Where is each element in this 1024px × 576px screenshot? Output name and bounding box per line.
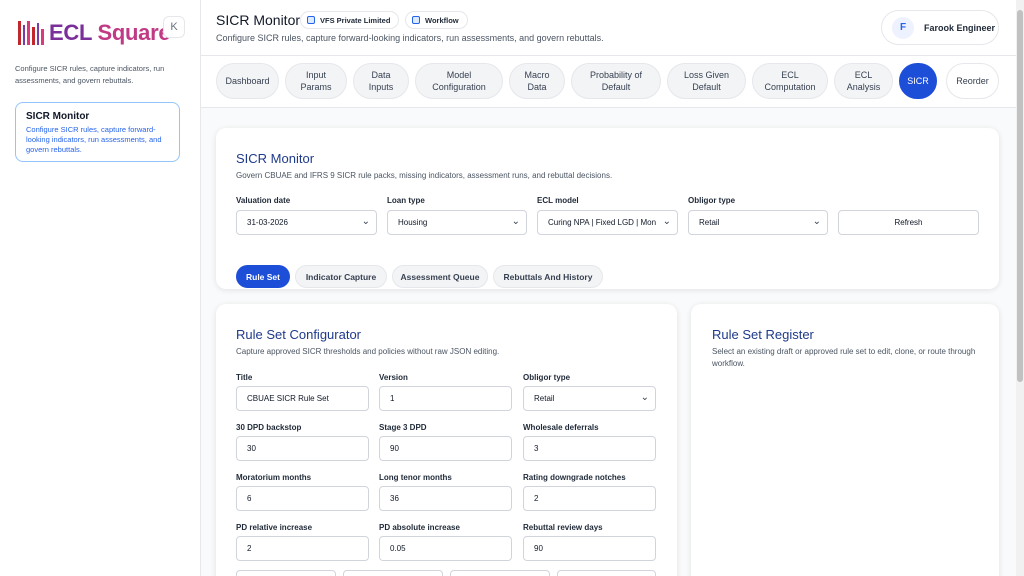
configurator-subtitle: Capture approved SICR thresholds and pol… xyxy=(236,347,500,356)
pd-relative-input[interactable]: 2 xyxy=(236,536,369,561)
subtab-assessment-queue[interactable]: Assessment Queue xyxy=(392,265,488,288)
rebuttal-days-input[interactable]: 90 xyxy=(523,536,656,561)
pd-relative-label: PD relative increase xyxy=(236,523,313,532)
subtab-rule-set[interactable]: Rule Set xyxy=(236,265,290,288)
dpd-backstop-label: 30 DPD backstop xyxy=(236,423,302,432)
page-scrollbar[interactable] xyxy=(1016,0,1024,576)
extra-field-3[interactable] xyxy=(450,570,550,576)
obligor-type-label: Obligor type xyxy=(688,196,736,205)
brand-square: Square xyxy=(97,20,171,45)
sidebar-description: Configure SICR rules, capture indicators… xyxy=(15,64,165,85)
valuation-date-select[interactable]: 31-03-2026 xyxy=(236,210,377,235)
sicr-monitor-card: SICR Monitor Govern CBUAE and IFRS 9 SIC… xyxy=(216,128,999,289)
configurator-title: Rule Set Configurator xyxy=(236,327,362,342)
monitor-card-subtitle: Govern CBUAE and IFRS 9 SICR rule packs,… xyxy=(236,171,613,180)
loan-type-label: Loan type xyxy=(387,196,425,205)
sidebar-item-description: Configure SICR rules, capture forward-lo… xyxy=(26,125,162,154)
tab-probability-of-default[interactable]: Probability of Default xyxy=(571,63,661,99)
brand-ecl: ECL xyxy=(49,20,92,45)
stage3-dpd-label: Stage 3 DPD xyxy=(379,423,427,432)
rebuttal-days-label: Rebuttal review days xyxy=(523,523,603,532)
page-subtitle: Configure SICR rules, capture forward-lo… xyxy=(216,33,604,43)
logo-mark-icon xyxy=(18,21,45,45)
long-tenor-months-label: Long tenor months xyxy=(379,473,452,482)
rating-downgrade-input[interactable]: 2 xyxy=(523,486,656,511)
version-input[interactable]: 1 xyxy=(379,386,512,411)
valuation-date-label: Valuation date xyxy=(236,196,291,205)
tab-macro-data[interactable]: Macro Data xyxy=(509,63,565,99)
config-obligor-type-label: Obligor type xyxy=(523,373,571,382)
config-obligor-type-select[interactable]: Retail xyxy=(523,386,656,411)
extra-field-1[interactable] xyxy=(236,570,336,576)
sidebar-item-sicr-monitor[interactable]: SICR Monitor Configure SICR rules, captu… xyxy=(15,102,180,162)
sidebar: ECL Square K Configure SICR rules, captu… xyxy=(0,0,201,576)
refresh-button[interactable]: Refresh xyxy=(838,210,979,235)
moratorium-months-input[interactable]: 6 xyxy=(236,486,369,511)
user-name: Farook Engineer xyxy=(924,22,996,33)
tab-ecl-computation[interactable]: ECL Computation xyxy=(752,63,828,99)
moratorium-months-label: Moratorium months xyxy=(236,473,312,482)
tab-data-inputs[interactable]: Data Inputs xyxy=(353,63,409,99)
workflow-chip[interactable]: Workflow xyxy=(405,11,468,29)
building-icon xyxy=(307,16,315,24)
user-menu[interactable]: F Farook Engineer xyxy=(881,10,999,45)
ecl-model-label: ECL model xyxy=(537,196,579,205)
long-tenor-months-input[interactable]: 36 xyxy=(379,486,512,511)
register-subtitle: Select an existing draft or approved rul… xyxy=(712,347,976,368)
tab-input-params[interactable]: Input Params xyxy=(285,63,347,99)
ecl-model-select[interactable]: Curing NPA | Fixed LGD | Mon xyxy=(537,210,678,235)
extra-field-4[interactable] xyxy=(557,570,656,576)
tab-ecl-analysis[interactable]: ECL Analysis xyxy=(834,63,893,99)
subtab-rebuttals-history[interactable]: Rebuttals And History xyxy=(493,265,603,288)
title-input[interactable]: CBUAE SICR Rule Set xyxy=(236,386,369,411)
tab-dashboard[interactable]: Dashboard xyxy=(216,63,279,99)
brand-logo[interactable]: ECL Square xyxy=(18,20,171,46)
workflow-chip-label: Workflow xyxy=(425,15,459,25)
register-title: Rule Set Register xyxy=(712,327,814,342)
page-header: SICR Monitor VFS Private Limited Workflo… xyxy=(201,0,1016,56)
scrollbar-thumb[interactable] xyxy=(1017,10,1023,382)
obligor-type-select[interactable]: Retail xyxy=(688,210,828,235)
tab-sicr[interactable]: SICR xyxy=(899,63,937,99)
wholesale-deferrals-label: Wholesale deferrals xyxy=(523,423,599,432)
company-chip-label: VFS Private Limited xyxy=(320,15,391,25)
tab-loss-given-default[interactable]: Loss Given Default xyxy=(667,63,746,99)
version-label: Version xyxy=(379,373,408,382)
workflow-icon xyxy=(412,16,420,24)
page-title: SICR Monitor xyxy=(216,12,301,28)
pd-absolute-input[interactable]: 0.05 xyxy=(379,536,512,561)
dpd-backstop-input[interactable]: 30 xyxy=(236,436,369,461)
module-tabs: Dashboard Input Params Data Inputs Model… xyxy=(201,56,1016,108)
tab-model-configuration[interactable]: Model Configuration xyxy=(415,63,503,99)
rule-set-configurator-card: Rule Set Configurator Capture approved S… xyxy=(216,304,677,576)
rule-set-register-card: Rule Set Register Select an existing dra… xyxy=(691,304,999,576)
title-label: Title xyxy=(236,373,253,382)
stage3-dpd-input[interactable]: 90 xyxy=(379,436,512,461)
main-content: SICR Monitor Govern CBUAE and IFRS 9 SIC… xyxy=(201,108,1016,576)
extra-field-2[interactable] xyxy=(343,570,443,576)
company-chip[interactable]: VFS Private Limited xyxy=(300,11,400,29)
rating-downgrade-label: Rating downgrade notches xyxy=(523,473,626,482)
brand-name: ECL Square xyxy=(49,20,171,46)
tab-reorder[interactable]: Reorder xyxy=(946,63,999,99)
collapse-sidebar-button[interactable]: K xyxy=(163,16,185,38)
wholesale-deferrals-input[interactable]: 3 xyxy=(523,436,656,461)
subtab-indicator-capture[interactable]: Indicator Capture xyxy=(295,265,387,288)
pd-absolute-label: PD absolute increase xyxy=(379,523,460,532)
avatar: F xyxy=(892,16,914,39)
monitor-card-title: SICR Monitor xyxy=(236,151,315,166)
loan-type-select[interactable]: Housing xyxy=(387,210,527,235)
sidebar-item-title: SICR Monitor xyxy=(26,111,90,122)
